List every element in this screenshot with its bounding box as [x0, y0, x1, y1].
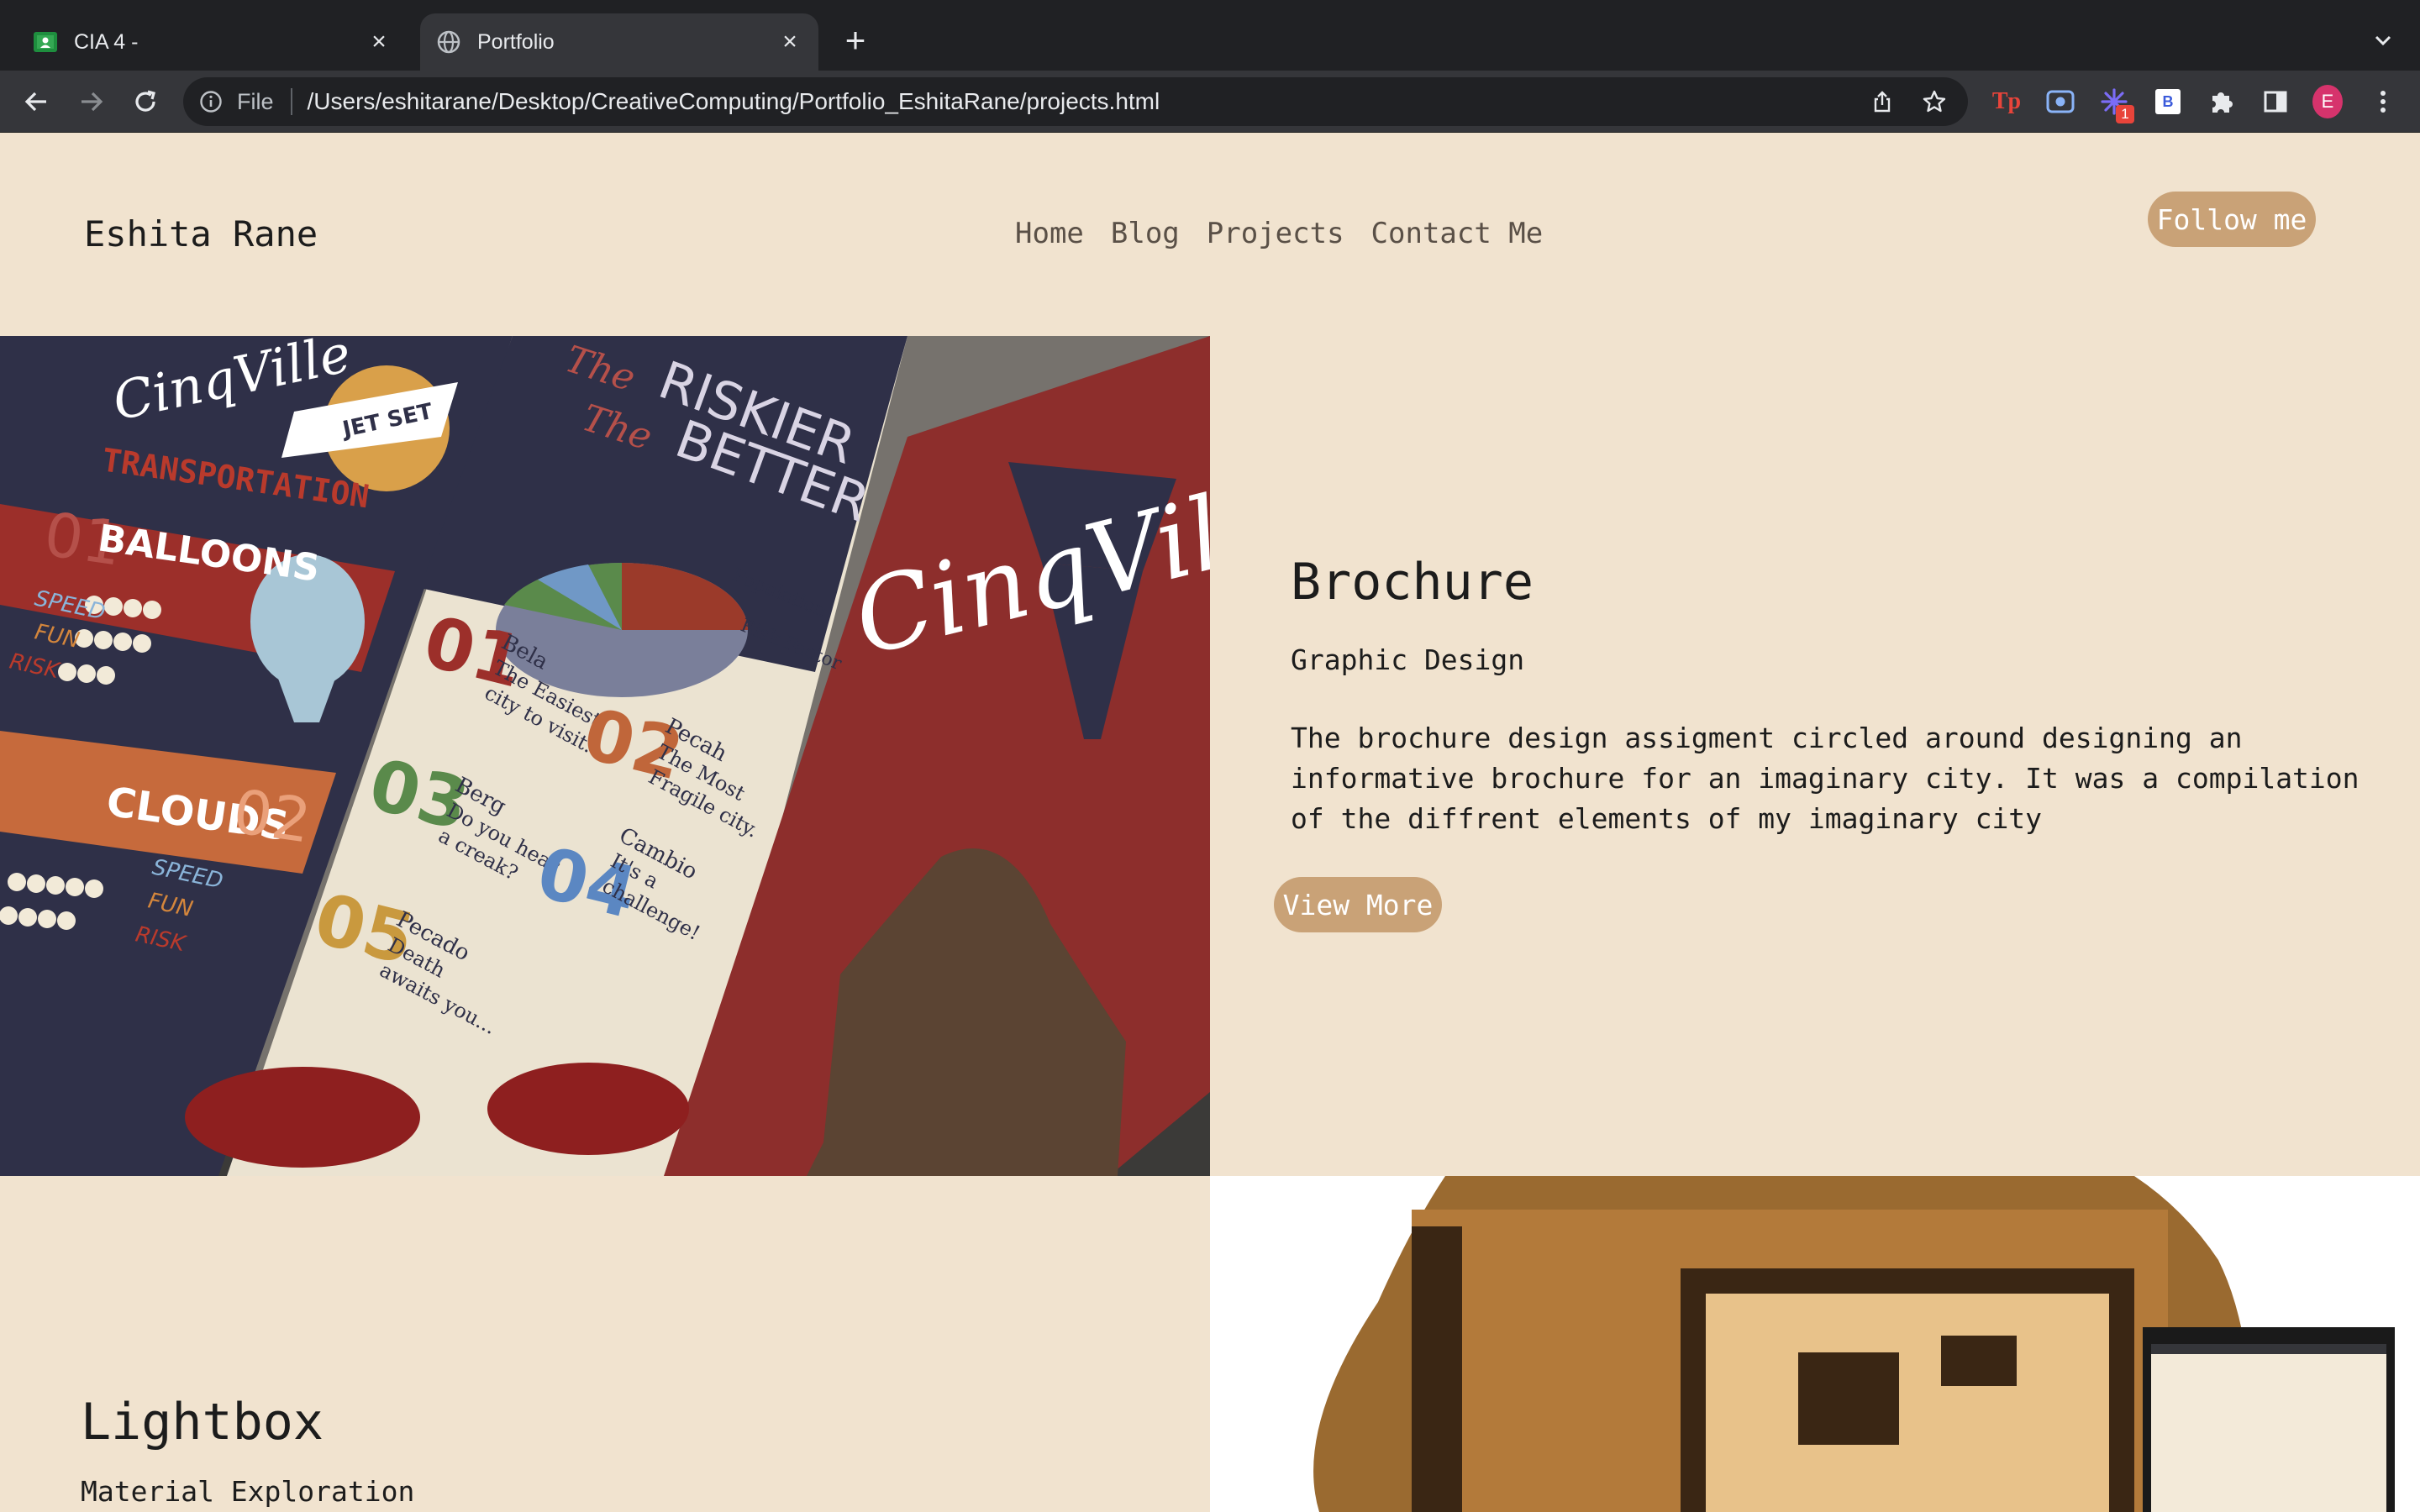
project-category: Material Exploration — [81, 1475, 415, 1508]
classroom-icon — [32, 29, 59, 55]
close-icon[interactable]: × — [362, 25, 396, 59]
project-title: Lightbox — [81, 1393, 324, 1452]
info-icon[interactable] — [198, 89, 224, 114]
b-extension-icon[interactable]: B — [2153, 87, 2183, 117]
brochure-text-block: Brochure Graphic Design The brochure des… — [1291, 553, 2383, 839]
back-arrow-icon[interactable] — [17, 82, 55, 121]
tab-title: CIA 4 - — [74, 29, 139, 54]
tab-cia4[interactable]: CIA 4 - × — [17, 13, 408, 71]
side-panel-icon[interactable] — [2260, 87, 2291, 117]
scheme-label: File — [237, 88, 274, 114]
nav-projects[interactable]: Projects — [1207, 217, 1344, 250]
star-icon[interactable] — [1916, 83, 1953, 120]
follow-me-button[interactable]: Follow me — [2148, 192, 2316, 247]
project-description: The brochure design assigment circled ar… — [1291, 722, 2360, 835]
tab-strip: CIA 4 - × Portfolio × + — [0, 0, 2420, 71]
url-text[interactable]: /Users/eshitarane/Desktop/CreativeComput… — [308, 88, 1864, 115]
browser-toolbar: File /Users/eshitarane/Desktop/CreativeC… — [0, 71, 2420, 133]
project-title: Brochure — [1291, 553, 1534, 612]
nav-contact[interactable]: Contact Me — [1371, 217, 1544, 250]
globe-icon — [435, 29, 462, 55]
divider — [290, 88, 292, 115]
tab-portfolio[interactable]: Portfolio × — [420, 13, 818, 71]
address-bar[interactable]: File /Users/eshitarane/Desktop/CreativeC… — [183, 77, 1968, 126]
lightbox-image — [1210, 1176, 2420, 1512]
profile-avatar[interactable]: E — [2312, 85, 2343, 118]
chevron-down-icon[interactable] — [2368, 25, 2398, 55]
screen-capture-icon[interactable] — [2045, 87, 2075, 117]
lightbox-text-block: Lightbox Material Exploration — [81, 1393, 1173, 1508]
nav-blog[interactable]: Blog — [1111, 217, 1180, 250]
view-more-button[interactable]: View More — [1274, 877, 1442, 932]
brochure-image: CinqVille JET SET TRANSPORTATION 01 BALL… — [0, 336, 1210, 1176]
share-icon[interactable] — [1864, 83, 1901, 120]
main-nav: Home Blog Projects Contact Me — [1015, 217, 1543, 250]
notification-badge: 1 — [2116, 105, 2134, 123]
kebab-menu-icon[interactable] — [2368, 87, 2398, 117]
tab-title: Portfolio — [477, 29, 555, 54]
reload-icon[interactable] — [126, 82, 165, 121]
puzzle-icon[interactable] — [2207, 87, 2237, 117]
nav-home[interactable]: Home — [1015, 217, 1084, 250]
site-brand[interactable]: Eshita Rane — [84, 213, 318, 255]
forward-arrow-icon[interactable] — [72, 82, 111, 121]
site-header: Eshita Rane Home Blog Projects Contact M… — [0, 133, 2420, 336]
project-category: Graphic Design — [1291, 643, 1525, 676]
tp-extension-icon[interactable]: Tp — [1991, 87, 2022, 117]
clouds-number: 02 — [229, 776, 315, 857]
sparkle-extension-icon[interactable]: 1 — [2099, 87, 2134, 123]
plus-icon[interactable]: + — [839, 20, 872, 60]
page-content: Eshita Rane Home Blog Projects Contact M… — [0, 133, 2420, 1512]
close-icon[interactable]: × — [773, 25, 807, 59]
